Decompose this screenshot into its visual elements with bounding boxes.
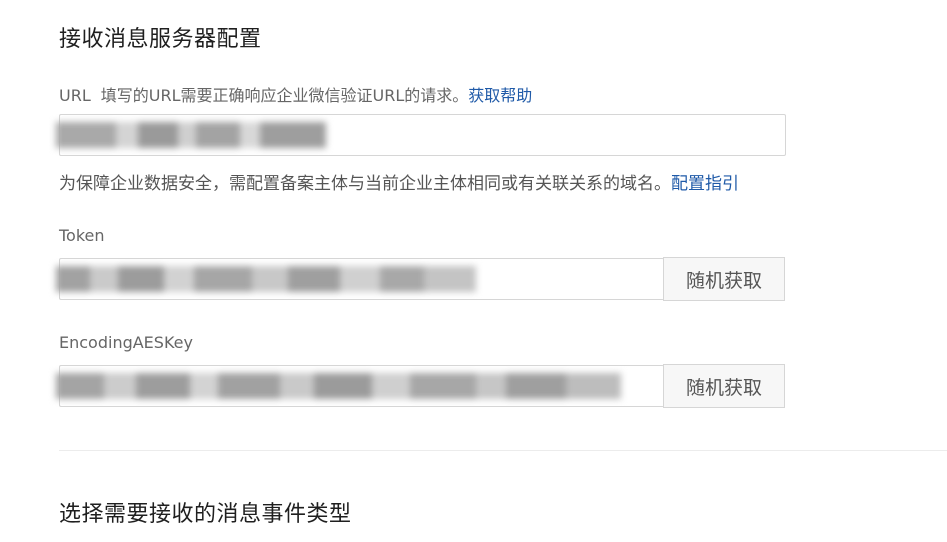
- callback-config-page: 接收消息服务器配置 URL 填写的URL需要正确响应企业微信验证URL的请求。获取…: [0, 0, 947, 542]
- domain-note-row: 为保障企业数据安全，需配置备案主体与当前企业主体相同或有关联关系的域名。配置指引: [59, 169, 739, 194]
- url-label: URL: [59, 86, 91, 105]
- event-types-title: 选择需要接收的消息事件类型: [59, 502, 352, 527]
- aes-key-input[interactable]: [59, 365, 664, 407]
- section-divider: [59, 450, 947, 451]
- config-guide-link[interactable]: 配置指引: [671, 174, 739, 194]
- url-hint: 填写的URL需要正确响应企业微信验证URL的请求。: [100, 86, 469, 105]
- url-label-row: URL 填写的URL需要正确响应企业微信验证URL的请求。获取帮助: [59, 82, 532, 106]
- server-config-title: 接收消息服务器配置: [59, 27, 262, 52]
- aes-key-random-button[interactable]: 随机获取: [663, 364, 785, 408]
- url-input[interactable]: [59, 114, 786, 156]
- token-random-button[interactable]: 随机获取: [663, 257, 785, 301]
- domain-note: 为保障企业数据安全，需配置备案主体与当前企业主体相同或有关联关系的域名。: [59, 174, 671, 194]
- token-input[interactable]: [59, 258, 664, 300]
- help-link[interactable]: 获取帮助: [468, 86, 532, 105]
- aes-key-label: EncodingAESKey: [59, 333, 193, 352]
- token-label: Token: [59, 226, 105, 245]
